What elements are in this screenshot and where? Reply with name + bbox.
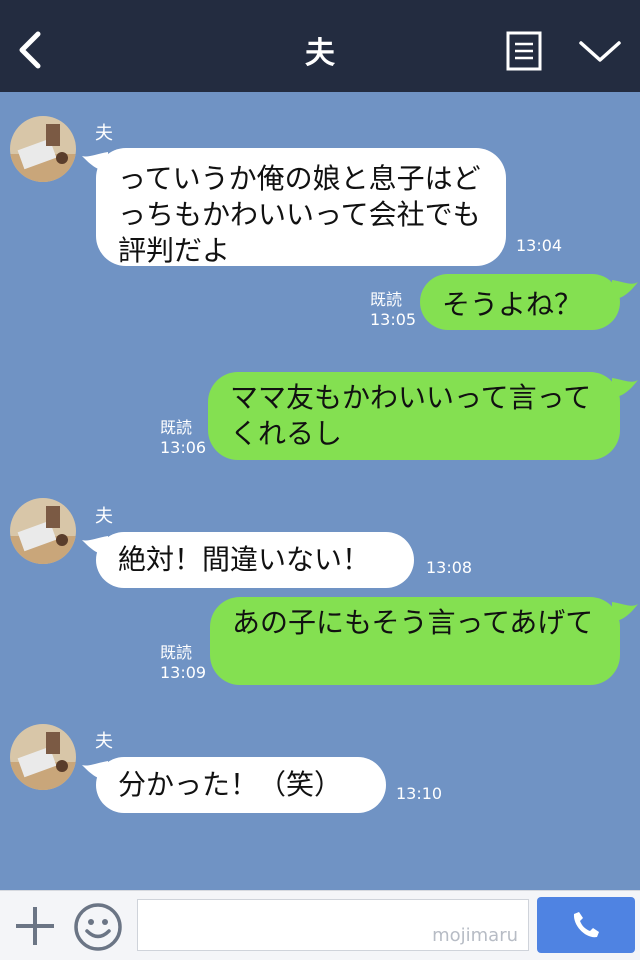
- message-time: 13:06: [160, 438, 207, 457]
- avatar[interactable]: [10, 116, 76, 182]
- avatar[interactable]: [10, 498, 76, 564]
- message-time: 13:09: [160, 663, 207, 682]
- bubble-tail: [612, 280, 638, 300]
- message-input[interactable]: mojimaru: [137, 899, 529, 951]
- bubble-tail: [612, 602, 638, 622]
- avatar[interactable]: [10, 724, 76, 790]
- read-receipt: 既読: [160, 418, 193, 437]
- input-bar: mojimaru: [0, 890, 640, 960]
- watermark: mojimaru: [432, 925, 518, 946]
- read-receipt: 既読: [370, 290, 403, 309]
- message-time: 13:05: [370, 310, 417, 329]
- sender-name: 夫: [95, 123, 113, 144]
- message-time: 13:04: [516, 236, 563, 255]
- message-bubble[interactable]: あの子にもそう言ってあげて: [210, 597, 620, 685]
- sender-name: 夫: [95, 731, 113, 752]
- message-bubble[interactable]: ママ友もかわいいって言ってくれるし: [208, 372, 620, 460]
- chat-area[interactable]: 夫 っていうか俺の娘と息子はどっちもかわいいって会社でも評判だよ 13:04 既…: [0, 92, 640, 890]
- chat-header: 夫: [0, 0, 640, 92]
- smiley-icon[interactable]: [73, 902, 123, 952]
- phone-icon: [573, 912, 599, 938]
- message-bubble[interactable]: 分かった！（笑）: [96, 757, 386, 813]
- read-receipt: 既読: [160, 643, 193, 662]
- sender-name: 夫: [95, 506, 113, 527]
- message-bubble[interactable]: そうよね？: [420, 274, 620, 330]
- chat-title: 夫: [305, 36, 335, 71]
- call-button[interactable]: [537, 897, 635, 953]
- message-time: 13:08: [426, 558, 473, 577]
- message-bubble[interactable]: っていうか俺の娘と息子はどっちもかわいいって会社でも評判だよ: [96, 148, 506, 267]
- bubble-tail: [612, 378, 638, 398]
- chevron-down-icon[interactable]: [578, 38, 622, 66]
- message-time: 13:10: [396, 784, 443, 803]
- menu-icon[interactable]: [506, 31, 542, 71]
- plus-icon[interactable]: [14, 905, 56, 947]
- message-bubble[interactable]: 絶対！間違いない！: [96, 532, 414, 588]
